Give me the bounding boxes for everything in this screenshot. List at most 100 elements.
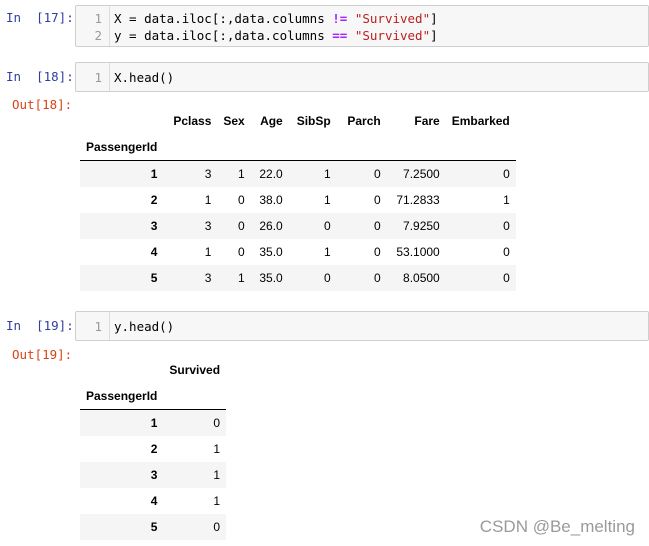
table-cell: 1: [213, 468, 221, 482]
index-name: PassengerId: [80, 383, 164, 410]
table-cell: 1: [324, 167, 331, 181]
code-line: 1 y.head(): [76, 318, 648, 335]
code-token: X.head(): [114, 70, 175, 85]
table-cell: 53.1000: [396, 245, 440, 259]
table-cell: 0: [213, 416, 221, 430]
table-cell: 0: [238, 193, 245, 207]
table-cell: 0: [213, 520, 221, 534]
input-prompt: In [18]:: [6, 69, 74, 84]
index-name: PassengerId: [80, 134, 164, 161]
table-row: 2 1 0 38.0 1 0 71.2833 1: [80, 187, 516, 213]
table-cell: 1: [238, 271, 245, 285]
index-header-spacer: [250, 134, 289, 161]
line-number: 1: [94, 319, 102, 334]
table-cell: 0: [238, 245, 245, 259]
row-index: 5: [150, 520, 158, 534]
table-cell: 0: [503, 245, 510, 259]
row-index: 4: [150, 494, 158, 508]
row-index: 3: [150, 219, 158, 233]
code-token: ]: [430, 11, 438, 26]
table-row: 41: [80, 488, 226, 514]
code-text: X = data.iloc[:,data.columns != "Survive…: [114, 10, 438, 27]
index-header-spacer: [217, 134, 251, 161]
code-line: 1 X = data.iloc[:,data.columns != "Surviv…: [76, 10, 648, 27]
dataframe-output: Pclass Sex Age SibSp Parch Fare Embarked Passen…: [80, 108, 516, 291]
table-cell: 0: [238, 219, 245, 233]
code-string: "Survived": [354, 11, 431, 26]
table-cell: 7.9250: [403, 219, 440, 233]
table-row: 21: [80, 436, 226, 462]
index-header-spacer: [386, 134, 446, 161]
code-operator: !=: [332, 11, 348, 26]
table-cell: 71.2833: [396, 193, 440, 207]
table-cell: 26.0: [259, 219, 283, 233]
watermark: CSDN @Be_melting: [479, 517, 635, 536]
row-index: 5: [150, 271, 158, 285]
table-cell: 1: [213, 494, 221, 508]
table-cell: 1: [213, 442, 221, 456]
code-input[interactable]: 1 y.head(): [75, 311, 649, 341]
input-prompt: In [19]:: [6, 318, 74, 333]
column-header: Survived: [169, 363, 221, 377]
table-cell: 1: [204, 193, 212, 207]
line-number: 1: [94, 70, 102, 85]
table-cell: 3: [204, 219, 212, 233]
table-cell: 1: [204, 245, 212, 259]
series-output: Survived PassengerId 1 0 2 1 3 1 4 1 5 0: [80, 357, 227, 540]
index-header-spacer: [163, 134, 218, 161]
table-cell: 0: [324, 271, 331, 285]
code-token: X = data.iloc[:,data.columns: [114, 11, 333, 26]
table-row: 3 3 0 26.0 0 0 7.9250 0: [80, 213, 516, 239]
code-text: X.head(): [114, 69, 174, 86]
index-header-spacer: [163, 383, 227, 410]
table-row: 5 3 1 35.0 0 0 8.0500 0: [80, 265, 516, 291]
column-header: Sex: [223, 114, 245, 128]
row-index: 2: [150, 442, 158, 456]
column-header: Pclass: [173, 114, 212, 128]
row-index: 2: [150, 193, 158, 207]
column-header: Parch: [347, 114, 381, 128]
table-cell: 0: [374, 167, 381, 181]
column-header: SibSp: [296, 114, 331, 128]
column-header: Fare: [414, 114, 440, 128]
code-text: y = data.iloc[:,data.columns == "Survive…: [114, 27, 438, 44]
code-operator: ==: [332, 28, 348, 43]
column-header: Embarked: [451, 114, 510, 128]
table-cell: 1: [503, 193, 510, 207]
table-cell: 0: [374, 245, 381, 259]
code-input[interactable]: 1 X = data.iloc[:,data.columns != "Surviv…: [75, 5, 649, 47]
code-input[interactable]: 1 X.head(): [75, 62, 649, 92]
input-prompt: In [17]:: [6, 10, 74, 25]
table-cell: 1: [324, 193, 331, 207]
table-cell: 7.2500: [403, 167, 440, 181]
table-row: 10: [80, 409, 227, 436]
table-row: 1 3 1 22.0 1 0 7.2500 0: [80, 160, 516, 187]
table-cell: 35.0: [259, 245, 283, 259]
table-cell: 3: [204, 167, 212, 181]
table-cell: 35.0: [259, 271, 283, 285]
column-header: Age: [260, 114, 283, 128]
table-cell: 0: [374, 219, 381, 233]
code-string: "Survived": [354, 28, 431, 43]
code-text: y.head(): [114, 318, 174, 335]
code-token: y.head(): [114, 319, 175, 334]
line-number: 2: [94, 28, 102, 43]
index-header-spacer: [288, 134, 337, 161]
index-header-spacer: [336, 134, 387, 161]
table-cell: 38.0: [259, 193, 283, 207]
table-cell: 0: [324, 219, 331, 233]
table-cell: 1: [238, 167, 245, 181]
header-corner: [80, 108, 163, 134]
table-row: 50: [80, 514, 227, 540]
output-prompt: Out[18]:: [12, 97, 73, 112]
table-cell: 0: [503, 167, 510, 181]
line-number: 1: [94, 11, 102, 26]
table-cell: 8.0500: [403, 271, 440, 285]
table-cell: 3: [204, 271, 212, 285]
code-line: 2 y = data.iloc[:,data.columns == "Surviv…: [76, 27, 648, 44]
table-row: 4 1 0 35.0 1 0 53.1000 0: [80, 239, 516, 265]
code-line: 1 X.head(): [76, 69, 648, 86]
table-cell: 22.0: [259, 167, 283, 181]
